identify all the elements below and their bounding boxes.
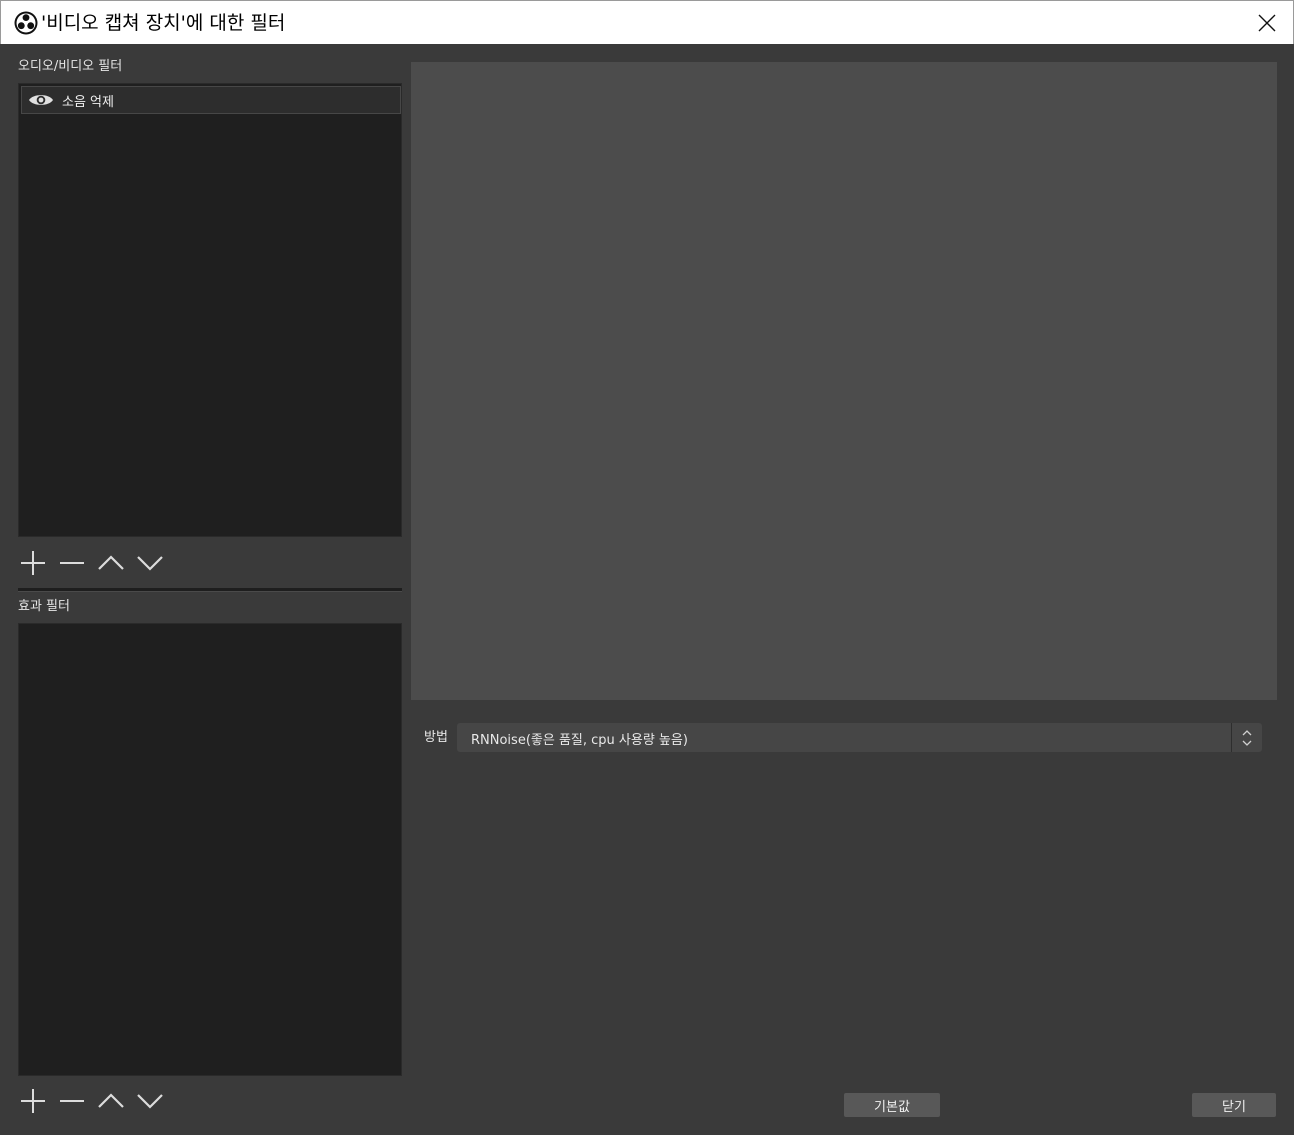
arrow-down-icon [137,556,163,571]
defaults-button[interactable]: 기본값 [844,1093,940,1117]
filter-preview [411,62,1277,700]
move-filter-down-button[interactable] [135,545,165,581]
audio-video-filters-label: 오디오/비디오 필터 [18,59,123,74]
add-effect-filter-button[interactable] [18,1083,48,1119]
title-bar: '비디오 캡쳐 장치'에 대한 필터 [0,0,1294,44]
add-filter-button[interactable] [18,545,48,581]
plus-icon [21,551,45,575]
audio-video-filter-toolbar [18,545,165,581]
remove-filter-button[interactable] [57,545,87,581]
effect-filter-list[interactable] [18,623,402,1076]
method-label: 방법 [424,730,448,745]
window-title: '비디오 캡쳐 장치'에 대한 필터 [41,12,286,34]
close-icon [1258,14,1276,32]
effect-filters-label: 효과 필터 [18,599,70,614]
arrow-up-icon [98,555,124,570]
move-filter-up-button[interactable] [96,545,126,581]
minus-icon [60,1100,84,1102]
eye-visibility-icon[interactable] [28,92,54,108]
minus-icon [60,562,84,564]
filter-item-noise-suppression[interactable]: 소음 억제 [21,86,401,114]
arrow-up-icon [98,1093,124,1108]
effect-filter-toolbar [18,1083,165,1119]
close-button[interactable]: 닫기 [1192,1093,1276,1117]
obs-logo-icon [14,11,38,35]
arrow-down-icon [137,1094,163,1109]
filter-item-label: 소음 억제 [62,94,114,110]
plus-icon [21,1089,45,1113]
move-effect-filter-up-button[interactable] [96,1083,126,1119]
audio-video-filter-list[interactable]: 소음 억제 [18,83,402,537]
remove-effect-filter-button[interactable] [57,1083,87,1119]
panel-splitter[interactable] [18,588,402,592]
method-select-value: RNNoise(좋은 품질, cpu 사용량 높음) [471,733,688,748]
close-window-button[interactable] [1241,1,1293,45]
method-select[interactable]: RNNoise(좋은 품질, cpu 사용량 높음) [457,723,1262,752]
up-down-chevron-icon[interactable] [1232,723,1262,752]
move-effect-filter-down-button[interactable] [135,1083,165,1119]
